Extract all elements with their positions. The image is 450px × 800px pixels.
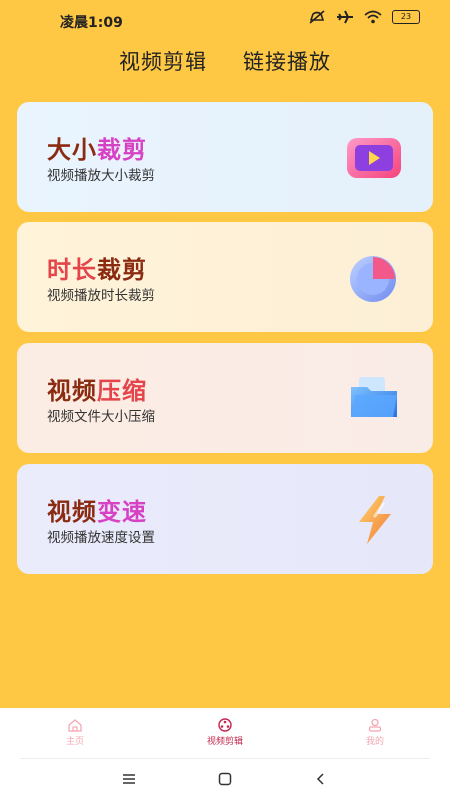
folder-icon — [351, 377, 397, 417]
card-subtitle: 视频播放速度设置 — [47, 530, 155, 546]
home-icon — [68, 718, 82, 732]
tab-video-edit[interactable]: 视频剪辑 — [119, 46, 207, 82]
card-video-compress[interactable]: 视频压缩 视频文件大小压缩 — [17, 343, 433, 453]
status-bar: 凌晨1:09 23 — [0, 0, 450, 36]
status-icons: 23 — [308, 10, 420, 24]
lightning-icon — [359, 496, 391, 544]
card-title: 视频压缩 — [47, 377, 147, 405]
card-title: 大小裁剪 — [47, 136, 147, 164]
divider — [20, 758, 430, 759]
system-nav — [0, 764, 450, 794]
battery-icon: 23 — [392, 10, 420, 24]
play-screen-icon — [347, 138, 401, 178]
card-subtitle: 视频播放大小裁剪 — [47, 168, 155, 184]
card-title: 时长裁剪 — [47, 256, 147, 284]
bottom-nav: 主页 视频剪辑 我的 — [0, 708, 450, 756]
card-duration-crop[interactable]: 时长裁剪 视频播放时长裁剪 — [17, 222, 433, 332]
card-video-speed[interactable]: 视频变速 视频播放速度设置 — [17, 464, 433, 574]
nav-mine-label: 我的 — [365, 736, 384, 747]
nav-video-edit-label: 视频剪辑 — [206, 736, 243, 747]
film-reel-icon — [218, 717, 232, 732]
menu-icon[interactable] — [121, 772, 137, 786]
mute-icon — [309, 10, 325, 24]
card-size-crop[interactable]: 大小裁剪 视频播放大小裁剪 — [17, 102, 433, 212]
user-icon — [368, 718, 382, 732]
pie-clock-icon — [350, 256, 396, 302]
battery-level: 23 — [400, 12, 412, 21]
airplane-icon — [337, 10, 353, 24]
bottom-area: 主页 视频剪辑 我的 — [0, 708, 450, 800]
status-time: 凌晨1:09 — [60, 15, 123, 31]
top-tabs: 视频剪辑 链接播放 — [0, 46, 450, 82]
back-icon[interactable] — [313, 772, 329, 786]
wifi-icon — [364, 10, 382, 24]
nav-mine[interactable]: 我的 — [300, 708, 450, 756]
home-square-icon[interactable] — [217, 772, 233, 786]
nav-home[interactable]: 主页 — [0, 708, 150, 756]
card-subtitle: 视频播放时长裁剪 — [47, 288, 155, 304]
card-title: 视频变速 — [47, 498, 147, 526]
card-subtitle: 视频文件大小压缩 — [47, 409, 155, 425]
nav-video-edit[interactable]: 视频剪辑 — [150, 708, 300, 756]
nav-home-label: 主页 — [65, 736, 84, 747]
tab-link-play[interactable]: 链接播放 — [243, 46, 331, 82]
